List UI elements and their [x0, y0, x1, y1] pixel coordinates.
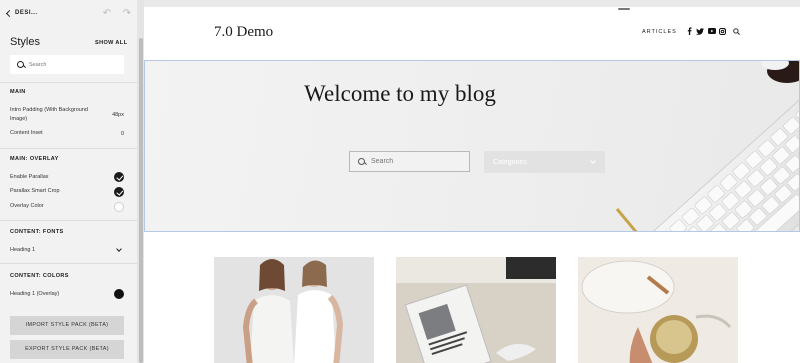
chevron-down-icon[interactable] [116, 246, 122, 252]
categories-dropdown[interactable]: Categories [484, 151, 605, 173]
divider [0, 220, 137, 221]
parallax-smart-crop-label: Parallax Smart Crop [10, 188, 60, 194]
chevron-left-icon [5, 9, 14, 17]
hero-section[interactable]: Welcome to my blog Categories [144, 60, 800, 232]
enable-parallax-label: Enable Parallax [10, 174, 49, 180]
blog-card-image[interactable] [396, 257, 556, 363]
back-button[interactable]: DESI... [5, 9, 38, 17]
categories-label: Categories [493, 158, 527, 166]
hero-title[interactable]: Welcome to my blog [145, 81, 655, 107]
overlay-color-label: Overlay Color [10, 203, 44, 209]
search-icon[interactable] [732, 27, 740, 35]
export-style-pack-button[interactable]: EXPORT STYLE PACK (BETA) [10, 340, 124, 359]
site-preview: 7.0 Demo ARTICLES Welcome to my blog Sea… [144, 7, 800, 363]
hero-search[interactable] [349, 151, 470, 172]
divider [0, 263, 137, 264]
heading-1-label[interactable]: Heading 1 [10, 246, 35, 255]
import-style-pack-button[interactable]: IMPORT STYLE PACK (BETA) [10, 316, 124, 335]
blog-card-image[interactable] [578, 257, 738, 363]
heading-1-overlay-label: Heading 1 (Overlay) [10, 291, 60, 297]
content-inset-label: Content Inset [10, 130, 43, 136]
enable-parallax-checkbox[interactable] [114, 172, 124, 182]
youtube-icon[interactable] [707, 27, 716, 35]
show-all-button[interactable]: SHOW ALL [95, 40, 127, 46]
blog-card-image[interactable] [214, 257, 374, 363]
search-icon [16, 60, 26, 70]
section-main: MAIN [10, 89, 26, 95]
redo-icon[interactable]: ↷ [121, 9, 133, 19]
facebook-icon[interactable] [686, 27, 692, 35]
section-main-overlay: MAIN: OVERLAY [10, 156, 59, 162]
twitter-icon[interactable] [695, 27, 704, 35]
undo-icon[interactable]: ↶ [101, 9, 113, 19]
panel-title: Styles [10, 36, 40, 48]
style-search[interactable] [10, 55, 124, 74]
panel-topbar: DESI... ↶ ↷ [0, 0, 137, 30]
book-photo [396, 257, 556, 363]
search-icon [357, 157, 367, 167]
parallax-smart-crop-checkbox[interactable] [114, 187, 124, 197]
instagram-icon[interactable] [718, 27, 726, 35]
intro-padding-label: Intro Padding (With Background Image) [10, 107, 88, 122]
content-inset-value[interactable]: 0 [121, 131, 124, 137]
preview-drag-handle[interactable] [618, 8, 630, 10]
tea-photo [578, 257, 738, 363]
divider [0, 148, 137, 149]
overlay-color-swatch[interactable] [114, 202, 124, 212]
hero-search-input[interactable] [371, 158, 461, 165]
chevron-down-icon [590, 157, 596, 164]
panel-scrollbar-thumb[interactable] [139, 38, 143, 363]
fashion-photo [214, 257, 374, 363]
section-content-colors: CONTENT: COLORS [10, 273, 69, 279]
intro-padding-value[interactable]: 48px [112, 112, 124, 118]
section-content-fonts: CONTENT: FONTS [10, 229, 64, 235]
heading-1-overlay-color-swatch[interactable] [114, 289, 124, 299]
site-title[interactable]: 7.0 Demo [214, 24, 273, 41]
divider [0, 82, 137, 83]
style-search-input[interactable] [29, 61, 119, 68]
style-editor-panel: DESI... ↶ ↷ Styles SHOW ALL MAIN Intro P… [0, 0, 144, 363]
nav-articles-link[interactable]: ARTICLES [642, 29, 677, 35]
back-label: DESI... [15, 10, 38, 16]
